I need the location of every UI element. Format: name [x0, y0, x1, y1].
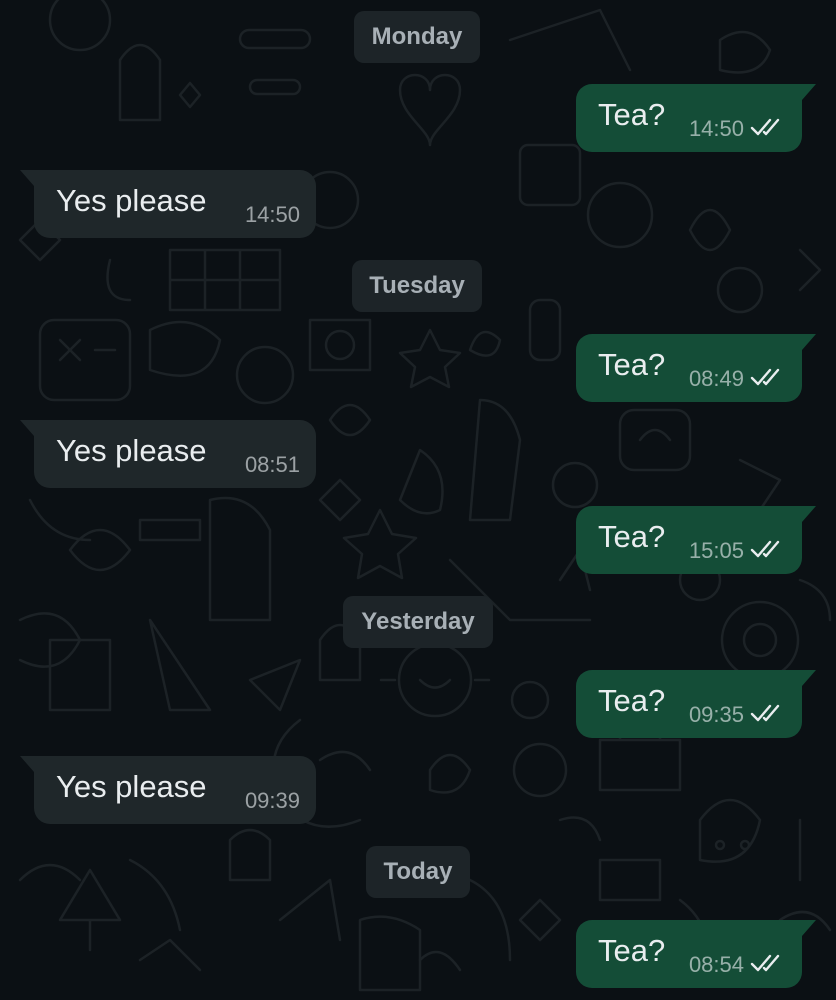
message-time: 08:49 — [688, 366, 744, 391]
bubble-tail — [802, 920, 816, 936]
bubble-tail — [802, 334, 816, 350]
message-bubble-outgoing[interactable]: Tea? 08:54 — [576, 920, 816, 988]
message-text: Tea? — [598, 683, 666, 718]
bubble-tail — [802, 84, 816, 100]
date-separator-tuesday: Tuesday — [352, 260, 482, 312]
message-text: Yes please — [56, 769, 207, 804]
bubble-tail — [802, 670, 816, 686]
message-time: 09:35 — [688, 702, 744, 727]
message-bubble-incoming[interactable]: Yes please 14:50 — [20, 170, 316, 238]
date-separator-label: Yesterday — [361, 608, 475, 635]
message-text: Tea? — [598, 933, 666, 968]
double-check-icon — [750, 704, 780, 722]
date-separator-label: Tuesday — [369, 272, 465, 299]
message-bubble-outgoing[interactable]: Tea? 14:50 — [576, 84, 816, 152]
double-check-icon — [750, 954, 780, 972]
message-bubble-incoming[interactable]: Yes please 08:51 — [20, 420, 316, 488]
bubble-tail — [20, 756, 34, 772]
message-bubble-outgoing[interactable]: Tea? 15:05 — [576, 506, 816, 574]
double-check-icon — [750, 118, 780, 136]
message-text: Tea? — [598, 347, 666, 382]
message-text: Yes please — [56, 433, 207, 468]
message-text: Yes please — [56, 183, 207, 218]
message-time: 14:50 — [244, 202, 300, 227]
date-separator-label: Monday — [371, 23, 463, 50]
double-check-icon — [750, 540, 780, 558]
message-text: Tea? — [598, 519, 666, 554]
message-bubble-incoming[interactable]: Yes please 09:39 — [20, 756, 316, 824]
date-separator-label: Today — [383, 858, 453, 885]
bubble-tail — [20, 420, 34, 436]
message-text: Tea? — [598, 97, 666, 132]
message-time: 14:50 — [688, 116, 744, 141]
bubble-tail — [20, 170, 34, 186]
date-separator-today: Today — [366, 846, 470, 898]
date-separator-monday: Monday — [354, 11, 480, 63]
date-separator-yesterday: Yesterday — [343, 596, 493, 648]
message-bubble-outgoing[interactable]: Tea? 08:49 — [576, 334, 816, 402]
message-bubble-outgoing[interactable]: Tea? 09:35 — [576, 670, 816, 738]
message-time: 08:54 — [688, 952, 744, 977]
message-time: 09:39 — [244, 788, 300, 813]
bubble-tail — [802, 506, 816, 522]
message-time: 08:51 — [244, 452, 300, 477]
message-time: 15:05 — [688, 538, 744, 563]
chat-view[interactable]: Monday Tuesday Yesterday Today Tea? 14:5… — [0, 0, 836, 1000]
double-check-icon — [750, 368, 780, 386]
